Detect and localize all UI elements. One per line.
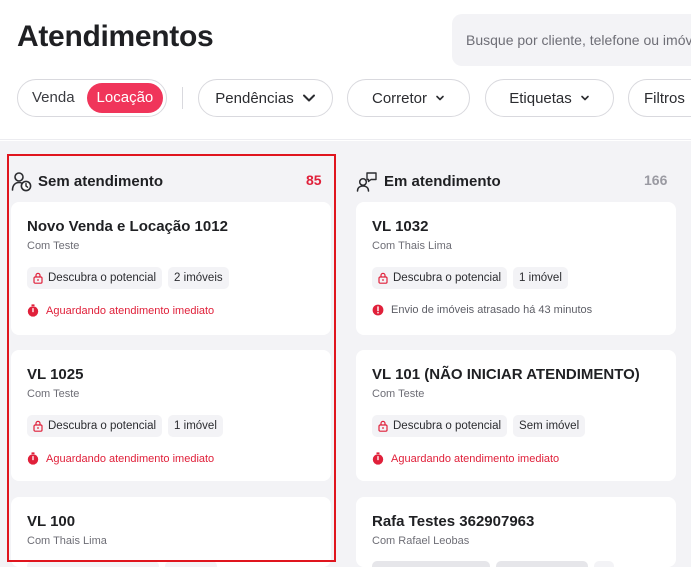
lead-owner: Com Rafael Leobas <box>372 535 470 547</box>
user-clock-icon <box>11 171 32 191</box>
chevron-down-icon <box>436 95 444 101</box>
corretor-label: Corretor <box>371 89 427 107</box>
lead-status: Envio de imóveis atrasado há 43 minutos <box>372 304 592 316</box>
timer-icon <box>27 304 39 317</box>
tag-placeholder <box>496 561 588 567</box>
lead-card[interactable]: Rafa Testes 362907963 Com Rafael Leobas <box>356 497 676 567</box>
tag-placeholder <box>27 561 159 567</box>
lead-name: VL 1025 <box>27 366 84 383</box>
lock-icon <box>33 272 43 284</box>
lead-card[interactable]: VL 100 Com Thais Lima <box>11 497 331 567</box>
lock-icon <box>378 420 388 432</box>
lead-status: Aguardando atendimento imediato <box>27 304 214 317</box>
tag-placeholder <box>594 561 614 567</box>
tag-label: Sem imóvel <box>519 420 580 432</box>
lead-name: VL 1032 <box>372 218 429 235</box>
lead-owner: Com Teste <box>27 240 80 252</box>
lead-owner: Com Thais Lima <box>372 240 452 252</box>
tag-label: 2 imóveis <box>174 272 223 284</box>
lock-icon <box>378 272 388 284</box>
tag-placeholder <box>372 561 490 567</box>
lead-card[interactable]: VL 1032 Com Thais Lima Descubra o potenc… <box>356 202 676 335</box>
lock-icon <box>33 420 43 432</box>
page-header: Atendimentos Venda Locação Pendências Co… <box>0 0 691 140</box>
tag-list <box>27 561 217 567</box>
tag-properties[interactable]: 1 imóvel <box>168 415 223 437</box>
filtros-label: Filtros <box>644 89 685 107</box>
lead-owner: Com Thais Lima <box>27 535 107 547</box>
status-text: Aguardando atendimento imediato <box>391 452 560 465</box>
lead-card[interactable]: VL 101 (NÃO INICIAR ATENDIMENTO) Com Tes… <box>356 350 676 481</box>
tag-label: Descubra o potencial <box>48 420 157 432</box>
lead-status: Aguardando atendimento imediato <box>372 452 559 465</box>
lead-name: VL 101 (NÃO INICIAR ATENDIMENTO) <box>372 366 640 383</box>
column-title: Sem atendimento <box>38 172 164 190</box>
etiquetas-filter-button[interactable]: Etiquetas <box>485 79 614 117</box>
tag-list: Descubra o potencial Sem imóvel <box>372 415 586 437</box>
chevron-down-icon <box>580 95 589 101</box>
tag-label: 1 imóvel <box>174 420 217 432</box>
pendencias-filter-button[interactable]: Pendências <box>198 79 333 117</box>
lead-name: Rafa Testes 362907963 <box>372 513 535 530</box>
chevron-down-icon <box>302 94 315 102</box>
tag-label: Descubra o potencial <box>48 272 157 284</box>
status-text: Aguardando atendimento imediato <box>46 304 215 317</box>
tag-list: Descubra o potencial 1 imóvel <box>27 415 223 437</box>
tag-properties[interactable]: Sem imóvel <box>513 415 586 437</box>
search-box[interactable] <box>452 14 691 66</box>
column-header-sem-atendimento: Sem atendimento <box>11 170 163 192</box>
tag-list: Descubra o potencial 2 imóveis <box>27 267 229 289</box>
tag-potential[interactable]: Descubra o potencial <box>27 267 163 289</box>
users-chat-icon <box>356 171 377 192</box>
tag-list <box>372 561 614 567</box>
pendencias-label: Pendências <box>215 89 294 107</box>
page-title: Atendimentos <box>17 20 214 53</box>
tag-list: Descubra o potencial 1 imóvel <box>372 267 568 289</box>
search-input[interactable] <box>466 32 691 48</box>
mode-option-locacao[interactable]: Locação <box>86 83 164 113</box>
column-count: 166 <box>644 172 668 188</box>
tag-properties[interactable]: 2 imóveis <box>168 267 229 289</box>
timer-icon <box>27 452 39 465</box>
tag-label: Descubra o potencial <box>393 420 502 432</box>
lead-owner: Com Teste <box>27 388 80 400</box>
timer-icon <box>372 452 384 465</box>
tag-label: 1 imóvel <box>519 272 562 284</box>
status-text: Envio de imóveis atrasado há 43 minutos <box>391 304 593 316</box>
etiquetas-label: Etiquetas <box>509 89 572 107</box>
column-count: 85 <box>306 172 322 188</box>
lead-name: VL 100 <box>27 513 76 530</box>
filter-divider <box>182 87 183 109</box>
mode-option-venda[interactable]: Venda <box>22 83 85 113</box>
corretor-filter-button[interactable]: Corretor <box>347 79 470 117</box>
lead-status: Aguardando atendimento imediato <box>27 452 214 465</box>
tag-potential[interactable]: Descubra o potencial <box>27 415 163 437</box>
tag-potential[interactable]: Descubra o potencial <box>372 267 508 289</box>
status-text: Aguardando atendimento imediato <box>46 452 215 465</box>
column-header-em-atendimento: Em atendimento <box>356 170 501 192</box>
mode-toggle[interactable]: Venda Locação <box>17 79 167 117</box>
tag-properties[interactable]: 1 imóvel <box>513 267 568 289</box>
lead-card[interactable]: Novo Venda e Locação 1012 Com Teste Desc… <box>11 202 331 335</box>
lead-card[interactable]: VL 1025 Com Teste Descubra o potencial 1… <box>11 350 331 481</box>
info-icon <box>372 304 384 316</box>
column-title: Em atendimento <box>384 172 501 190</box>
tag-label: Descubra o potencial <box>393 272 502 284</box>
tag-placeholder <box>165 561 217 567</box>
tag-potential[interactable]: Descubra o potencial <box>372 415 508 437</box>
lead-name: Novo Venda e Locação 1012 <box>27 218 228 235</box>
filtros-button[interactable]: Filtros <box>628 79 691 117</box>
lead-owner: Com Teste <box>372 388 425 400</box>
